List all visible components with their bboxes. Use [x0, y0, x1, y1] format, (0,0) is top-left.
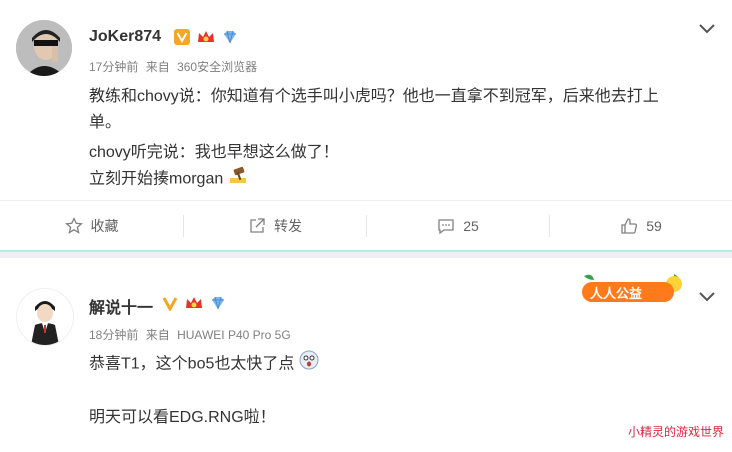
avatar-joker874[interactable] [16, 20, 72, 76]
user-badges [174, 29, 238, 50]
comment-count: 25 [463, 218, 479, 234]
like-count: 59 [646, 218, 662, 234]
favorite-button[interactable]: 收藏 [0, 201, 183, 251]
post-source[interactable]: 360安全浏览器 [177, 60, 257, 74]
post-line: chovy听完说：我也早想这么做了！ [89, 144, 339, 161]
chevron-down-icon[interactable] [697, 22, 717, 36]
watermark: 小精灵的游戏世界 [627, 425, 724, 439]
post-body: 恭喜T1，这个bo5也太快了点 明天可以看EDG.RNG啦！ [89, 350, 319, 431]
post-meta: 18分钟前 来自 HUAWEI P40 Pro 5G [89, 326, 291, 343]
post-line: 恭喜T1，这个bo5也太快了点 [89, 355, 295, 373]
post-source[interactable]: HUAWEI P40 Pro 5G [177, 328, 291, 342]
verified-v-icon [174, 29, 190, 50]
star-icon [64, 217, 83, 234]
public-welfare-badge[interactable]: 人人公益 [578, 270, 688, 306]
weibo-post-1: JoKer874 17分钟前 来自 360安全浏览器 教练和chovy说：你知道… [0, 0, 732, 250]
comment-icon [438, 219, 454, 235]
hammer-emoji-icon [228, 166, 250, 193]
chevron-down-icon[interactable] [697, 290, 717, 304]
username[interactable]: 解说十一 [89, 294, 153, 318]
post-line-wrapper: 立刻开始揍morgan [89, 166, 659, 193]
repost-button[interactable]: 转发 [184, 201, 366, 251]
share-icon [250, 218, 265, 233]
post-line [89, 379, 319, 405]
post-line: 明天可以看EDG.RNG啦！ [89, 409, 276, 426]
vip-crown-icon [196, 29, 216, 50]
action-bar: 收藏 转发 25 59 [0, 200, 732, 251]
comment-button[interactable]: 25 [367, 201, 549, 251]
shocked-emoji-icon [299, 350, 319, 379]
user-badges [162, 295, 226, 316]
post-line: 教练和chovy说：你知道有个选手叫小虎吗？他也一直拿不到冠军，后来他去打上 [89, 88, 659, 105]
post-time[interactable]: 17分钟前 [89, 60, 138, 74]
like-icon [621, 218, 638, 234]
post-separator [0, 250, 732, 258]
verified-v-icon [162, 295, 178, 316]
post-meta: 17分钟前 来自 360安全浏览器 [89, 58, 257, 75]
diamond-icon [222, 29, 238, 50]
vip-crown-icon [184, 295, 204, 316]
post-line-wrapper: 恭喜T1，这个bo5也太快了点 [89, 350, 319, 379]
post-line: 单。 [89, 114, 122, 131]
source-prefix: 来自 [145, 60, 170, 74]
username[interactable]: JoKer874 [89, 28, 161, 46]
diamond-icon [210, 295, 226, 316]
public-welfare-badge-label: 人人公益 [590, 286, 643, 301]
post-line: 立刻开始揍morgan [89, 170, 224, 188]
source-prefix: 来自 [145, 328, 170, 342]
post-time[interactable]: 18分钟前 [89, 328, 138, 342]
post-body: 教练和chovy说：你知道有个选手叫小虎吗？他也一直拿不到冠军，后来他去打上 单… [89, 84, 659, 193]
repost-label: 转发 [274, 218, 302, 234]
avatar-jieshuo11[interactable] [16, 288, 74, 346]
like-button[interactable]: 59 [550, 201, 732, 251]
favorite-label: 收藏 [90, 218, 119, 234]
